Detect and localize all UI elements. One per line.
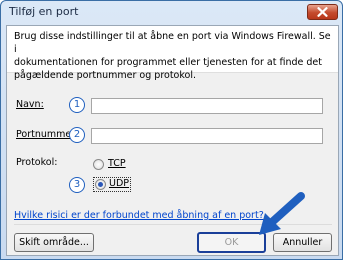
callout-2: 2 bbox=[69, 127, 85, 143]
intro-text: Brug disse indstillinger til at åbne en … bbox=[14, 30, 332, 82]
protocol-label: Protokol: bbox=[16, 157, 58, 168]
title-bar: Tilføj en port bbox=[1, 1, 342, 23]
add-port-dialog: Tilføj en port Brug disse indstillinger … bbox=[0, 0, 343, 260]
intro-panel: Brug disse indstillinger til at åbne en … bbox=[7, 26, 338, 81]
change-scope-button[interactable]: Skift område... bbox=[14, 233, 94, 252]
callout-3: 3 bbox=[69, 177, 85, 193]
intro-line-2: dokumentationen for programmet eller tje… bbox=[14, 57, 322, 68]
close-button[interactable] bbox=[307, 4, 338, 20]
intro-line-3: pågældende portnummer og protokol. bbox=[14, 70, 197, 81]
dialog-title: Tilføj en port bbox=[9, 5, 79, 18]
intro-line-1: Brug disse indstillinger til at åbne en … bbox=[14, 31, 331, 55]
udp-radio[interactable] bbox=[95, 179, 106, 190]
tcp-radio[interactable] bbox=[93, 159, 104, 170]
udp-radio-label[interactable]: UDP bbox=[109, 178, 129, 189]
name-input[interactable] bbox=[91, 98, 323, 114]
port-number-input[interactable] bbox=[91, 128, 323, 144]
tcp-radio-label[interactable]: TCP bbox=[108, 158, 126, 169]
pointer-arrow-icon bbox=[259, 192, 305, 235]
callout-1: 1 bbox=[69, 97, 85, 113]
port-risk-link[interactable]: Hvilke risici er der forbundet med åbnin… bbox=[14, 210, 264, 221]
name-label: Navn: bbox=[16, 99, 44, 110]
close-icon bbox=[317, 7, 328, 17]
